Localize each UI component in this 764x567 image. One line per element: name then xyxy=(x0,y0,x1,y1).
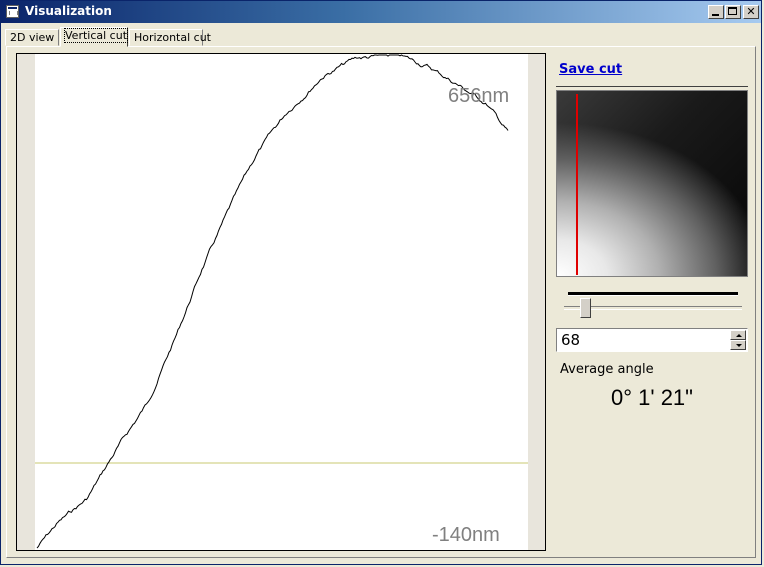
title-bar[interactable]: Visualization ✕ xyxy=(1,1,761,23)
surface-thumbnail[interactable] xyxy=(556,90,748,277)
cut-position-slider-thumb[interactable] xyxy=(580,298,591,318)
cut-position-spinbox xyxy=(556,328,748,352)
tab-label: Horizontal cut xyxy=(134,31,211,44)
close-button[interactable]: ✕ xyxy=(743,5,759,19)
tab-vertical-cut[interactable]: Vertical cut xyxy=(60,27,129,47)
tab-horizontal-cut[interactable]: Horizontal cut xyxy=(129,29,211,46)
cut-position-marker xyxy=(576,94,578,275)
profile-plot[interactable]: 656nm -140nm xyxy=(16,53,546,551)
tab-label: Vertical cut xyxy=(63,28,129,43)
maximize-icon xyxy=(728,7,737,15)
divider xyxy=(556,86,748,87)
slider-track xyxy=(568,292,738,296)
minimize-button[interactable] xyxy=(708,5,724,19)
max-height-label: 656nm xyxy=(448,85,509,107)
save-cut-link[interactable]: Save cut xyxy=(559,62,622,77)
profile-plot-canvas: 656nm -140nm xyxy=(35,54,528,550)
tab-label: 2D view xyxy=(10,31,55,44)
close-icon: ✕ xyxy=(746,5,756,18)
min-height-label: -140nm xyxy=(432,524,500,546)
cut-position-input[interactable] xyxy=(559,330,729,350)
tab-2d-view[interactable]: 2D view xyxy=(5,29,59,46)
plot-area xyxy=(35,54,528,550)
spin-up-button[interactable] xyxy=(730,330,746,340)
window-title: Visualization xyxy=(25,4,112,18)
minimize-icon xyxy=(712,14,719,16)
average-angle-value: 0° 1' 21" xyxy=(611,385,693,410)
spin-down-button[interactable] xyxy=(730,340,746,350)
maximize-button[interactable] xyxy=(725,5,741,19)
average-angle-label: Average angle xyxy=(560,362,654,377)
app-icon xyxy=(6,5,19,18)
